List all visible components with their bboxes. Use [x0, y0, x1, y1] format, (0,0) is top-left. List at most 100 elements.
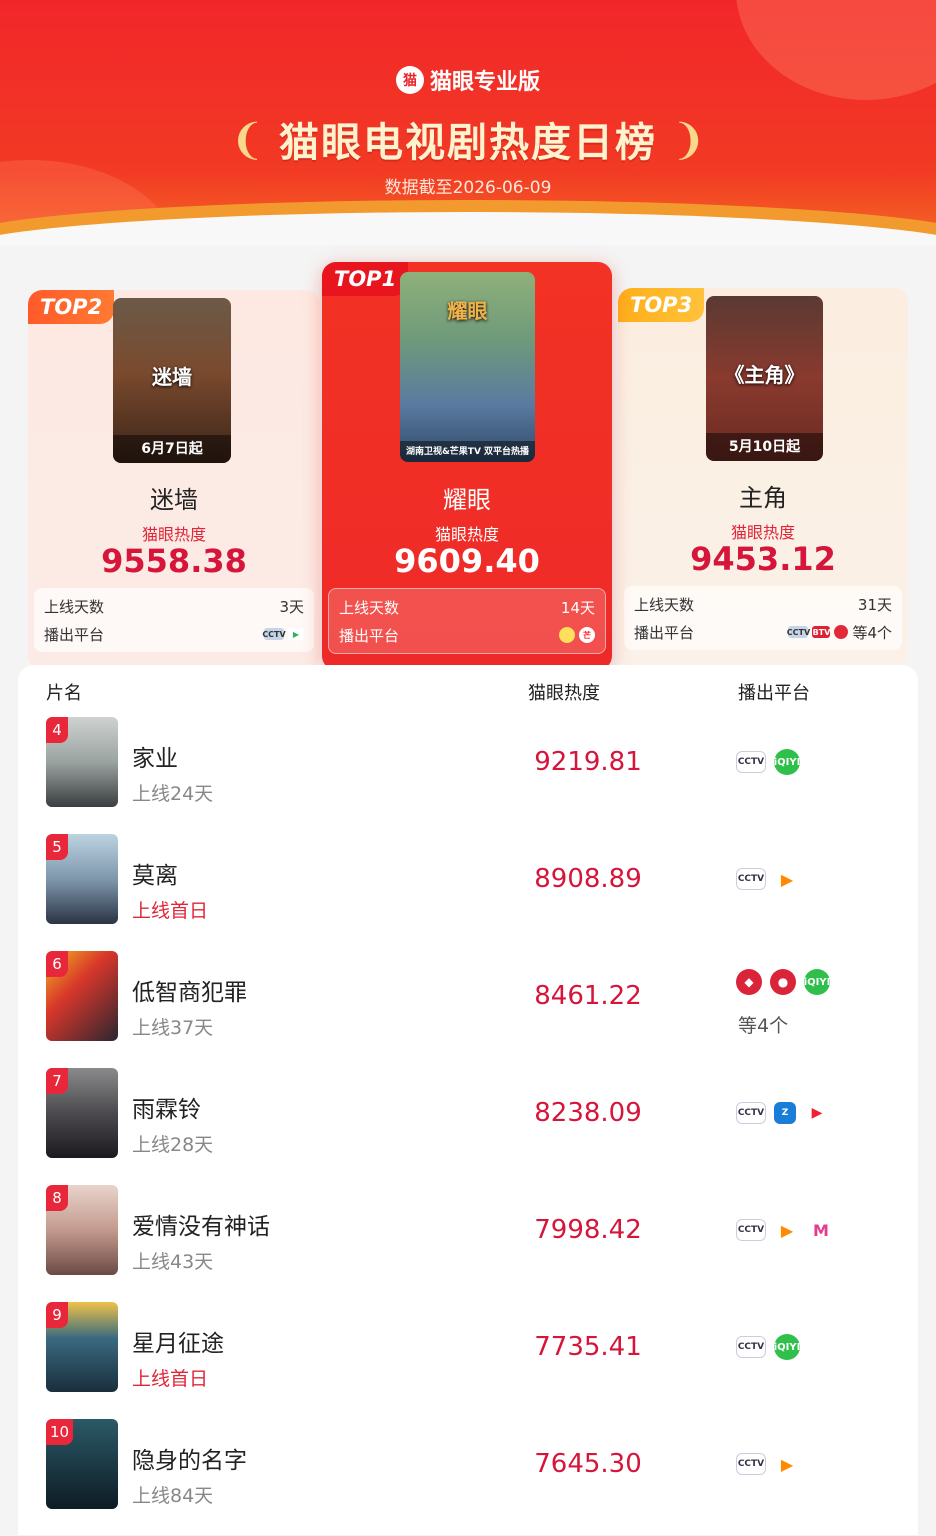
brand: 猫 猫眼专业版	[0, 64, 936, 96]
mango-tv-icon: 芒	[579, 627, 595, 643]
show-name[interactable]: 星月征途	[132, 1324, 224, 1358]
iqiyi-icon: iQIYI	[774, 749, 800, 775]
poster-image[interactable]: 耀眼 湖南卫视&芒果TV 双平台热播	[400, 272, 535, 462]
platform-icons: CCTV ▶	[736, 1451, 800, 1477]
poster-caption: 6月7日起	[113, 435, 231, 463]
rank-badge: 7	[46, 1068, 68, 1094]
tencent-video-icon: ▶	[774, 1451, 800, 1477]
show-name[interactable]: 家业	[132, 739, 178, 773]
show-name[interactable]: 隐身的名字	[132, 1441, 247, 1475]
heat-value: 8461.22	[534, 981, 642, 1011]
title-row: ❨ 猫眼电视剧热度日榜 ❩	[0, 110, 936, 168]
days-online: 上线84天	[132, 1485, 214, 1507]
youku-icon: ▶	[804, 1100, 830, 1126]
tencent-video-icon: ▶	[288, 628, 304, 640]
days-value: 14天	[560, 598, 595, 617]
tencent-video-icon: ▶	[774, 1217, 800, 1243]
show-name[interactable]: 耀眼	[322, 480, 612, 515]
rank-tag: TOP1	[322, 262, 409, 296]
header-name: 片名	[46, 683, 82, 704]
header-banner: 猫 猫眼专业版 ❨ 猫眼电视剧热度日榜 ❩ 数据截至2026-06-09	[0, 0, 936, 245]
poster-image[interactable]: 迷墙 6月7日起	[113, 298, 231, 463]
platform-row: 播出平台 芒	[339, 621, 595, 649]
platform-icons: CCTV ▶ M	[736, 1217, 834, 1243]
heat-value: 9609.40	[394, 542, 540, 580]
data-date: 数据截至2026-06-09	[384, 178, 552, 198]
platform-label: 播出平台	[339, 626, 400, 645]
days-online: 上线首日	[132, 1368, 209, 1390]
heat-value: 9219.81	[534, 747, 642, 777]
poster-thumb[interactable]: 10	[46, 1419, 118, 1509]
list-row[interactable]: 6 低智商犯罪 上线37天 8461.22 ◆ ● iQIYI 等4个	[18, 951, 918, 1068]
zhejiang-tv-icon: Z	[774, 1102, 796, 1124]
poster-thumb[interactable]: 8	[46, 1185, 118, 1275]
list-row[interactable]: 9 星月征途 上线首日 7735.41 CCTV iQIYI	[18, 1302, 918, 1419]
show-name[interactable]: 低智商犯罪	[132, 973, 247, 1007]
rank-badge: 8	[46, 1185, 68, 1211]
show-name[interactable]: 主角	[618, 478, 908, 513]
show-name[interactable]: 爱情没有神话	[132, 1207, 270, 1241]
heat-value: 8238.09	[534, 1098, 642, 1128]
heat-value: 8908.89	[534, 864, 642, 894]
platform-icons: CCTV iQIYI	[736, 1334, 800, 1360]
list-row[interactable]: 5 莫离 上线首日 8908.89 CCTV ▶	[18, 834, 918, 951]
days-row: 上线天数 3天	[44, 592, 304, 620]
days-online: 上线首日	[132, 900, 209, 922]
info-box: 上线天数 14天 播出平台 芒	[328, 588, 606, 654]
platform-icons: CCTV ▶	[736, 866, 800, 892]
list-row[interactable]: 4 家业 上线24天 9219.81 CCTV iQIYI	[18, 717, 918, 834]
maoyan-logo-icon: 猫	[395, 66, 424, 94]
days-row: 上线天数 31天	[634, 590, 892, 618]
poster-caption: 5月10日起	[706, 433, 823, 461]
days-online: 上线28天	[132, 1134, 214, 1156]
heat-value: 9453.12	[690, 540, 836, 578]
poster-image[interactable]: 《主角》 5月10日起	[706, 296, 823, 461]
red-icon	[834, 625, 849, 639]
list-row[interactable]: 10 隐身的名字 上线84天 7645.30 CCTV ▶	[18, 1419, 918, 1536]
platform-row: 播出平台 CCTV ▶	[44, 620, 304, 648]
brand-name: 猫眼专业版	[429, 70, 540, 95]
heat-value: 7735.41	[534, 1332, 642, 1362]
heat-value: 7645.30	[534, 1449, 642, 1479]
rank-badge: 5	[46, 834, 68, 860]
platform-label: 播出平台	[634, 623, 695, 642]
header-heat: 猫眼热度	[528, 683, 600, 704]
days-label: 上线天数	[44, 597, 105, 616]
platform-icons: 芒	[559, 627, 595, 643]
iqiyi-icon: iQIYI	[774, 1334, 800, 1360]
platform-icons: CCTV BTV 等4个	[786, 622, 892, 643]
header-platform: 播出平台	[738, 683, 810, 704]
show-name[interactable]: 雨霖铃	[132, 1090, 201, 1124]
heat-value: 9558.38	[101, 542, 247, 580]
days-row: 上线天数 14天	[339, 593, 595, 621]
platform-label: 播出平台	[44, 625, 105, 644]
platforms-more: 等4个	[852, 623, 892, 642]
poster-caption: 湖南卫视&芒果TV 双平台热播	[400, 441, 535, 462]
poster-thumb[interactable]: 9	[46, 1302, 118, 1392]
red-platform-icon: ●	[770, 969, 796, 995]
tencent-video-icon: ▶	[774, 866, 800, 892]
list-row[interactable]: 8 爱情没有神话 上线43天 7998.42 CCTV ▶ M	[18, 1185, 918, 1302]
rank-badge: 9	[46, 1302, 68, 1328]
days-label: 上线天数	[339, 598, 400, 617]
show-name[interactable]: 莫离	[132, 856, 178, 890]
cctv-icon: CCTV	[736, 1102, 766, 1124]
podium-card-top2[interactable]: TOP2 迷墙 6月7日起 迷墙 猫眼热度 9558.38 上线天数 3天 播出…	[28, 290, 320, 670]
podium-card-top3[interactable]: TOP3 《主角》 5月10日起 主角 猫眼热度 9453.12 上线天数 31…	[618, 288, 908, 668]
poster-thumb[interactable]: 6	[46, 951, 118, 1041]
podium-card-top1[interactable]: TOP1 耀眼 湖南卫视&芒果TV 双平台热播 耀眼 猫眼热度 9609.40 …	[322, 262, 612, 670]
info-box: 上线天数 3天 播出平台 CCTV ▶	[34, 588, 314, 652]
poster-thumb[interactable]: 7	[46, 1068, 118, 1158]
btv-icon: BTV	[812, 626, 831, 638]
cctv-icon: CCTV	[736, 868, 766, 890]
list-row[interactable]: 7 雨霖铃 上线28天 8238.09 CCTV Z ▶	[18, 1068, 918, 1185]
days-online: 上线37天	[132, 1017, 214, 1039]
rank-tag: TOP3	[618, 288, 705, 322]
red-platform-icon: ◆	[736, 969, 762, 995]
days-value: 3天	[279, 597, 304, 616]
poster-thumb[interactable]: 4	[46, 717, 118, 807]
laurel-left-icon: ❨	[229, 114, 265, 164]
cctv-icon: CCTV	[786, 626, 811, 638]
show-name[interactable]: 迷墙	[28, 480, 320, 515]
poster-thumb[interactable]: 5	[46, 834, 118, 924]
